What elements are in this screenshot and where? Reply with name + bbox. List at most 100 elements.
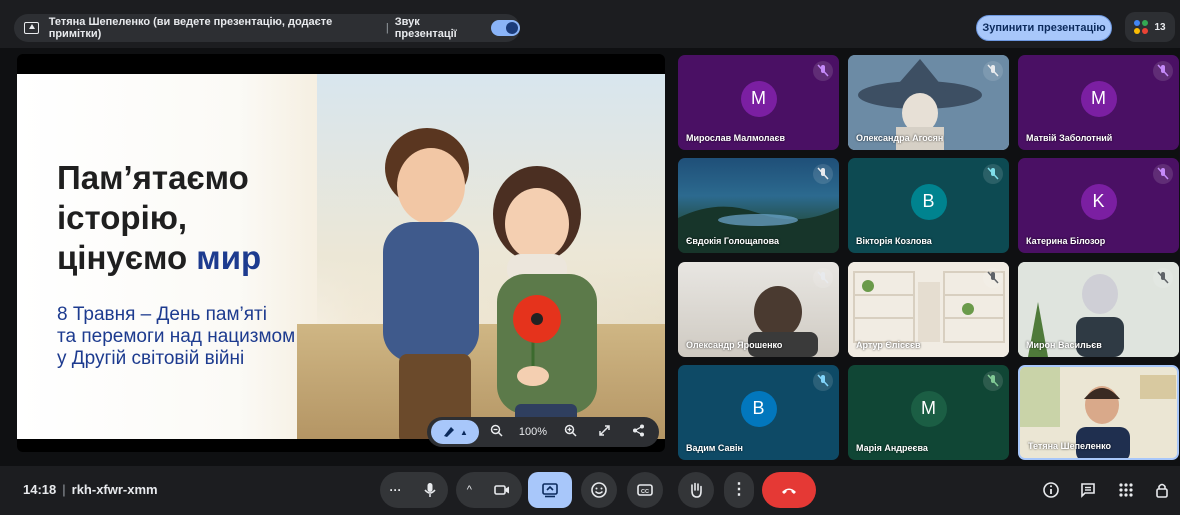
present-screen-icon — [542, 483, 558, 498]
zoom-out-button[interactable] — [479, 424, 513, 440]
more-options-button[interactable]: ⋮ — [724, 472, 754, 508]
presentation-audio-toggle[interactable] — [490, 20, 520, 36]
slide-title-line3-prefix: цінуємо — [57, 239, 197, 276]
separator: | — [62, 482, 66, 497]
meeting-info: 14:18 | rkh-xfwr-xmm — [23, 482, 158, 497]
presentation-stage: Пам’ятаємо історію, цінуємо мир 8 Травня… — [17, 54, 665, 452]
stop-presenting-button[interactable]: Зупинити презентацію — [976, 15, 1112, 41]
slide-subtitle-line1: 8 Травня – День пам’яті — [57, 304, 267, 325]
video-camera-icon — [494, 485, 510, 495]
participant-name: Євдокія Голощапова — [686, 236, 779, 246]
participant-tile[interactable]: M Марія Андреєва — [848, 365, 1009, 460]
more-audio-options-button[interactable]: ··· — [380, 472, 448, 508]
avatar: B — [740, 390, 777, 427]
avatar: M — [1080, 80, 1117, 117]
host-controls-button[interactable] — [1151, 479, 1173, 501]
presentation-zoom-toolbar: ▲ 100% — [427, 417, 659, 447]
captions-icon: CC — [637, 484, 653, 496]
fullscreen-button[interactable] — [587, 424, 621, 440]
raise-hand-button[interactable] — [678, 472, 714, 508]
meeting-code: rkh-xfwr-xmm — [71, 482, 158, 497]
host-controls-icon — [1156, 483, 1168, 498]
info-icon — [1043, 482, 1059, 498]
reactions-button[interactable] — [581, 472, 617, 508]
participant-count: 13 — [1154, 21, 1166, 33]
participant-tile[interactable]: B Вадим Савін — [678, 365, 839, 460]
zoom-in-icon — [564, 424, 577, 437]
present-screen-icon — [24, 22, 39, 34]
presentation-slide: Пам’ятаємо історію, цінуємо мир 8 Травня… — [17, 74, 665, 439]
share-icon — [632, 424, 644, 437]
slide-subtitle-line2: та перемоги над нацизмом — [57, 326, 296, 347]
avatar: K — [1080, 183, 1117, 220]
share-button[interactable] — [621, 424, 655, 440]
top-bar: Тетяна Шепеленко (ви ведете презентацію,… — [0, 0, 1180, 48]
participant-tile[interactable]: B Вікторія Козлова — [848, 158, 1009, 253]
camera-button[interactable]: ^ — [456, 472, 522, 508]
chat-button[interactable] — [1077, 479, 1099, 501]
participant-tile[interactable]: Тетяна Шепеленко — [1018, 365, 1179, 460]
slide-title: Пам’ятаємо історію, цінуємо мир — [57, 158, 261, 278]
captions-button[interactable]: CC — [627, 472, 663, 508]
clock-time: 14:18 — [23, 482, 57, 497]
activities-button[interactable] — [1115, 479, 1137, 501]
hand-icon — [691, 482, 702, 498]
participant-name: Олександр Ярошенко — [686, 340, 783, 350]
mic-off-icon — [813, 61, 833, 81]
participant-name: Артур Єлісєєв — [856, 340, 921, 350]
pen-icon — [444, 427, 455, 437]
avatar: B — [910, 183, 947, 220]
participant-name: Вікторія Козлова — [856, 236, 932, 246]
audio-label: Звук презентації — [394, 16, 457, 40]
more-vertical-icon: ⋮ — [731, 481, 747, 498]
expand-icon — [598, 425, 610, 436]
annotation-pen-button[interactable]: ▲ — [431, 420, 479, 444]
zoom-level: 100% — [518, 426, 548, 438]
participant-name: Марія Андреєва — [856, 443, 928, 453]
mic-off-icon — [1153, 61, 1173, 81]
participant-tile[interactable]: M Матвій Заболотний — [1018, 55, 1179, 150]
participant-tile[interactable]: Олександр Ярошенко — [678, 262, 839, 357]
mic-off-icon — [983, 268, 1003, 288]
emoji-icon — [591, 482, 607, 498]
participant-name: Олександра Агосян — [856, 133, 944, 143]
mic-off-icon — [1153, 164, 1173, 184]
presenting-text: Тетяна Шепеленко (ви ведете презентацію,… — [48, 16, 333, 40]
mic-off-icon — [813, 268, 833, 288]
hang-up-icon — [782, 488, 796, 494]
slide-title-line1: Пам’ятаємо — [57, 159, 249, 196]
apps-grid-icon — [1119, 483, 1133, 497]
mic-off-icon — [983, 371, 1003, 391]
participant-tile[interactable]: Артур Єлісєєв — [848, 262, 1009, 357]
participant-tile[interactable]: Мирон Васильєв — [1018, 262, 1179, 357]
chevron-up-icon: ^ — [466, 484, 472, 496]
participants-button[interactable]: 13 — [1125, 12, 1175, 42]
participant-tile[interactable]: M Мирослав Малмолаєв — [678, 55, 839, 150]
meeting-details-button[interactable] — [1040, 479, 1062, 501]
participant-tile[interactable]: Олександра Агосян — [848, 55, 1009, 150]
avatar: M — [910, 390, 947, 427]
svg-text:CC: CC — [641, 489, 649, 495]
participant-name: Катерина Білозор — [1026, 236, 1106, 246]
mic-off-icon — [983, 164, 1003, 184]
slide-title-line3-accent: мир — [196, 239, 262, 276]
separator: | — [385, 22, 389, 34]
people-icon — [1134, 20, 1149, 34]
zoom-out-icon — [490, 424, 503, 437]
presentation-status-pill: Тетяна Шепеленко (ви ведете презентацію,… — [14, 14, 520, 42]
participant-name: Мирон Васильєв — [1026, 340, 1102, 350]
mic-off-icon — [983, 61, 1003, 81]
zoom-in-button[interactable] — [553, 424, 587, 440]
slide-subtitle: 8 Травня – День пам’яті та перемоги над … — [57, 304, 295, 370]
mic-off-icon — [813, 164, 833, 184]
participant-name: Мирослав Малмолаєв — [686, 133, 786, 143]
microphone-icon — [423, 483, 436, 497]
present-now-button[interactable] — [528, 472, 572, 508]
participant-tile[interactable]: K Катерина Білозор — [1018, 158, 1179, 253]
participant-tile[interactable]: Євдокія Голощапова — [678, 158, 839, 253]
slide-subtitle-line3: у Другій світовій війні — [57, 348, 245, 369]
participant-name: Матвій Заболотний — [1026, 133, 1113, 143]
chevron-up-icon: ▲ — [460, 427, 468, 437]
mic-off-icon — [813, 371, 833, 391]
leave-call-button[interactable] — [762, 472, 816, 508]
